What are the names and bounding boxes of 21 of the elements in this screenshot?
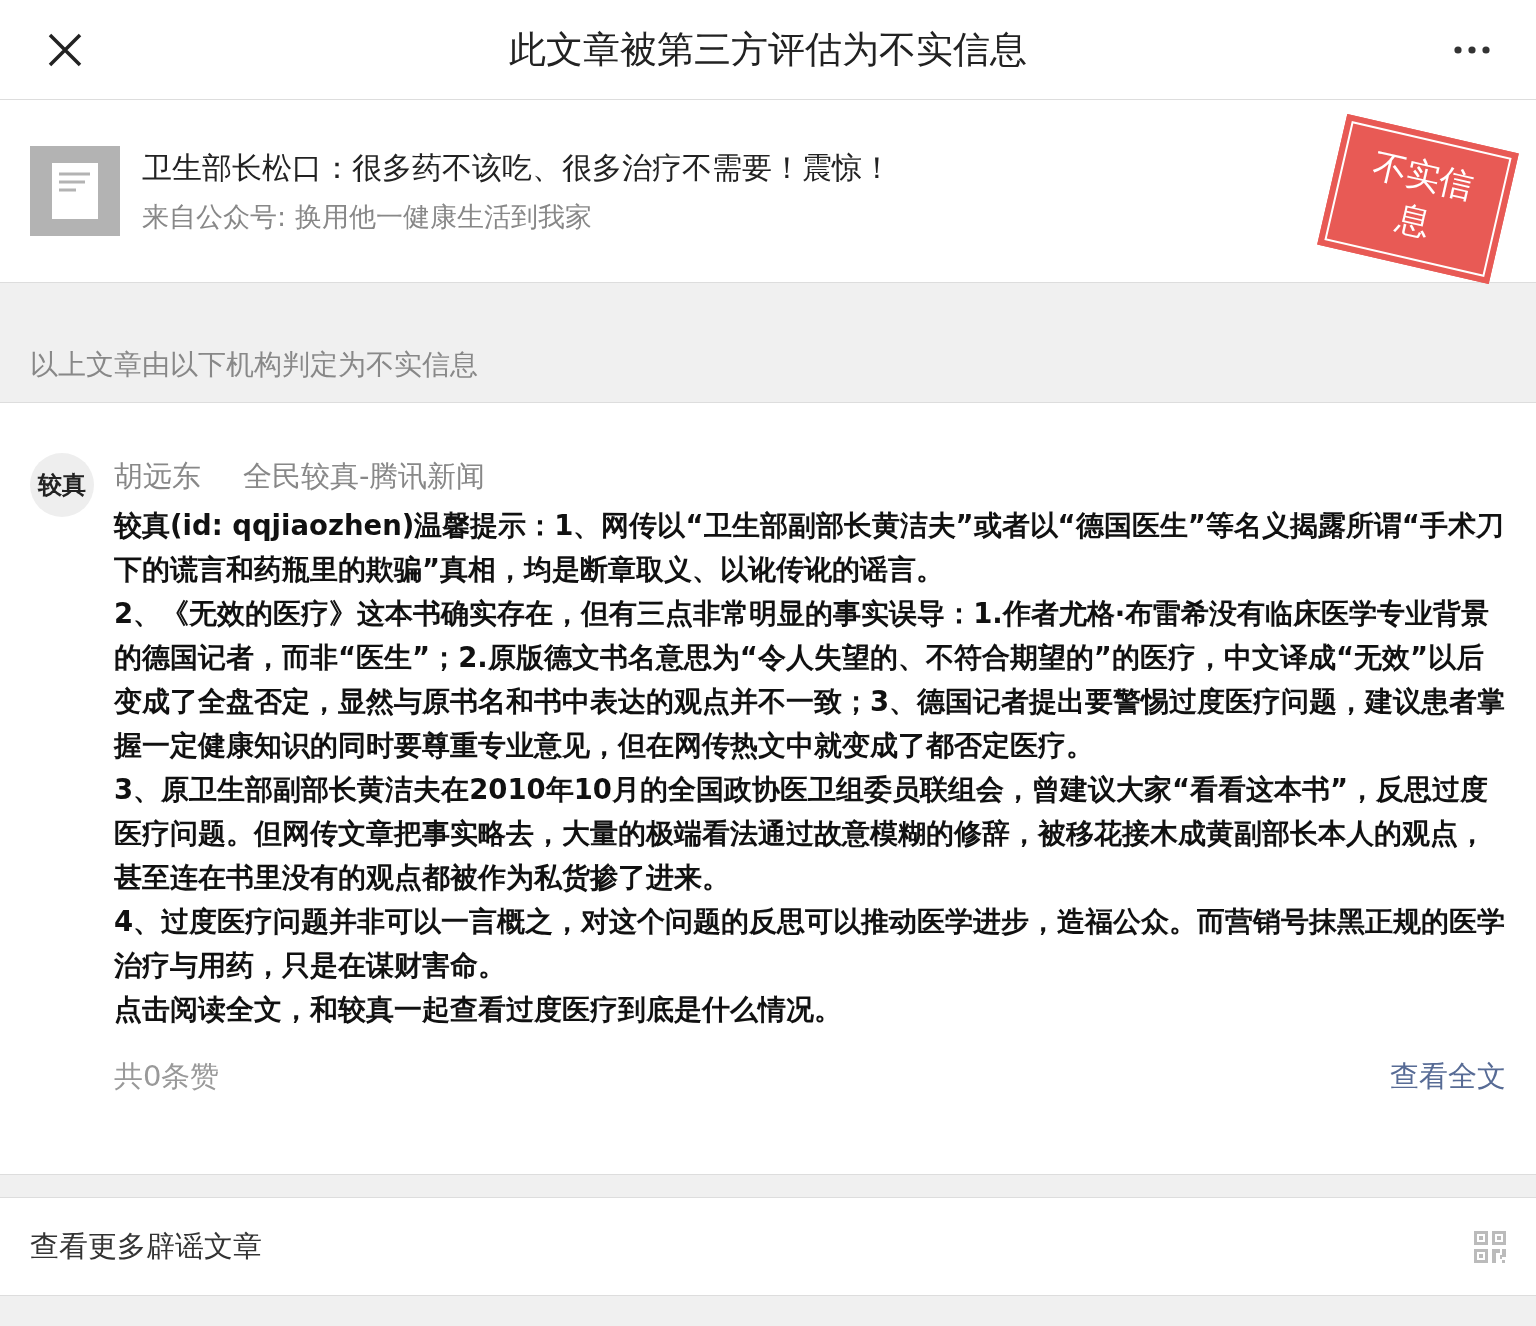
avatar-logo: 较真 (30, 453, 94, 517)
false-info-stamp: 不实信息 (1317, 113, 1519, 285)
review-paragraph: 2、《无效的医疗》这本书确实存在，但有三点非常明显的事实误导：1.作者尤格·布雷希没有临床医学专业背景的德国记者，而非“医生”；2.原版德文书名意思为“令人失望的、不符合期望的”的医疗，中文译成“无效”以后变成了全盘否定，显然与原书名和书中表达的观点并不一致；3、德国记者提出要警惕过度医疗问题，建议患者掌握一定健康知识的同时要尊重专业意见，但在网传热文中就变成了都否定医疗。 (114, 596, 1506, 763)
author-name: 胡远东 (114, 458, 201, 495)
close-icon[interactable] (48, 32, 82, 67)
article-card[interactable]: 卫生部长松口：很多药不该吃、很多治疗不需要！震惊！ 来自公众号: 换用他一健康生活到我家 不实信息 (0, 100, 1536, 283)
review-paragraph: 3、原卫生部副部长黄洁夫在2010年10月的全国政协医卫组委员联组会，曾建议大家“看看这本书”，反思过度医疗问题。但网传文章把事实略去，大量的极端看法通过故意模糊的修辞，被移花接木成黄副部长本人的观点，甚至连在书里没有的观点都被作为私货掺了进来。 (114, 772, 1490, 895)
read-full-link[interactable]: 查看全文 (1390, 1057, 1506, 1097)
like-count: 共0条赞 (114, 1058, 220, 1095)
review-paragraph: 点击阅读全文，和较真一起查看过度医疗到底是什么情况。 (114, 992, 843, 1027)
review-paragraph: 较真(id: qqjiaozhen)温馨提示：1、网传以“卫生部副部长黄洁夫”或者以“德国医生”等名义揭露所谓“手术刀下的谎言和药瓶里的欺骗”真相，均是断章取义、以讹传讹的谣言。 (114, 508, 1505, 587)
more-articles-row[interactable]: 查看更多辟谣文章 (0, 1197, 1536, 1296)
review-paragraph: 4、过度医疗问题并非可以一言概之，对这个问题的反思可以推动医学进步，造福公众。而营销号抹黑正规的医学治疗与用药，只是在谋财害命。 (114, 904, 1506, 983)
more-icon[interactable] (1454, 45, 1490, 54)
article-source: 来自公众号: 换用他一健康生活到我家 (142, 199, 593, 234)
document-icon (30, 146, 120, 236)
more-articles-link[interactable]: 查看更多辟谣文章 (30, 1226, 262, 1267)
organization-name: 全民较真-腾讯新闻 (243, 458, 486, 495)
window-title: 此文章被第三方评估为不实信息 (509, 26, 1027, 73)
article-title: 卫生部长松口：很多药不该吃、很多治疗不需要！震惊！ (142, 148, 892, 187)
section-label: 以上文章由以下机构判定为不实信息 (30, 347, 478, 383)
